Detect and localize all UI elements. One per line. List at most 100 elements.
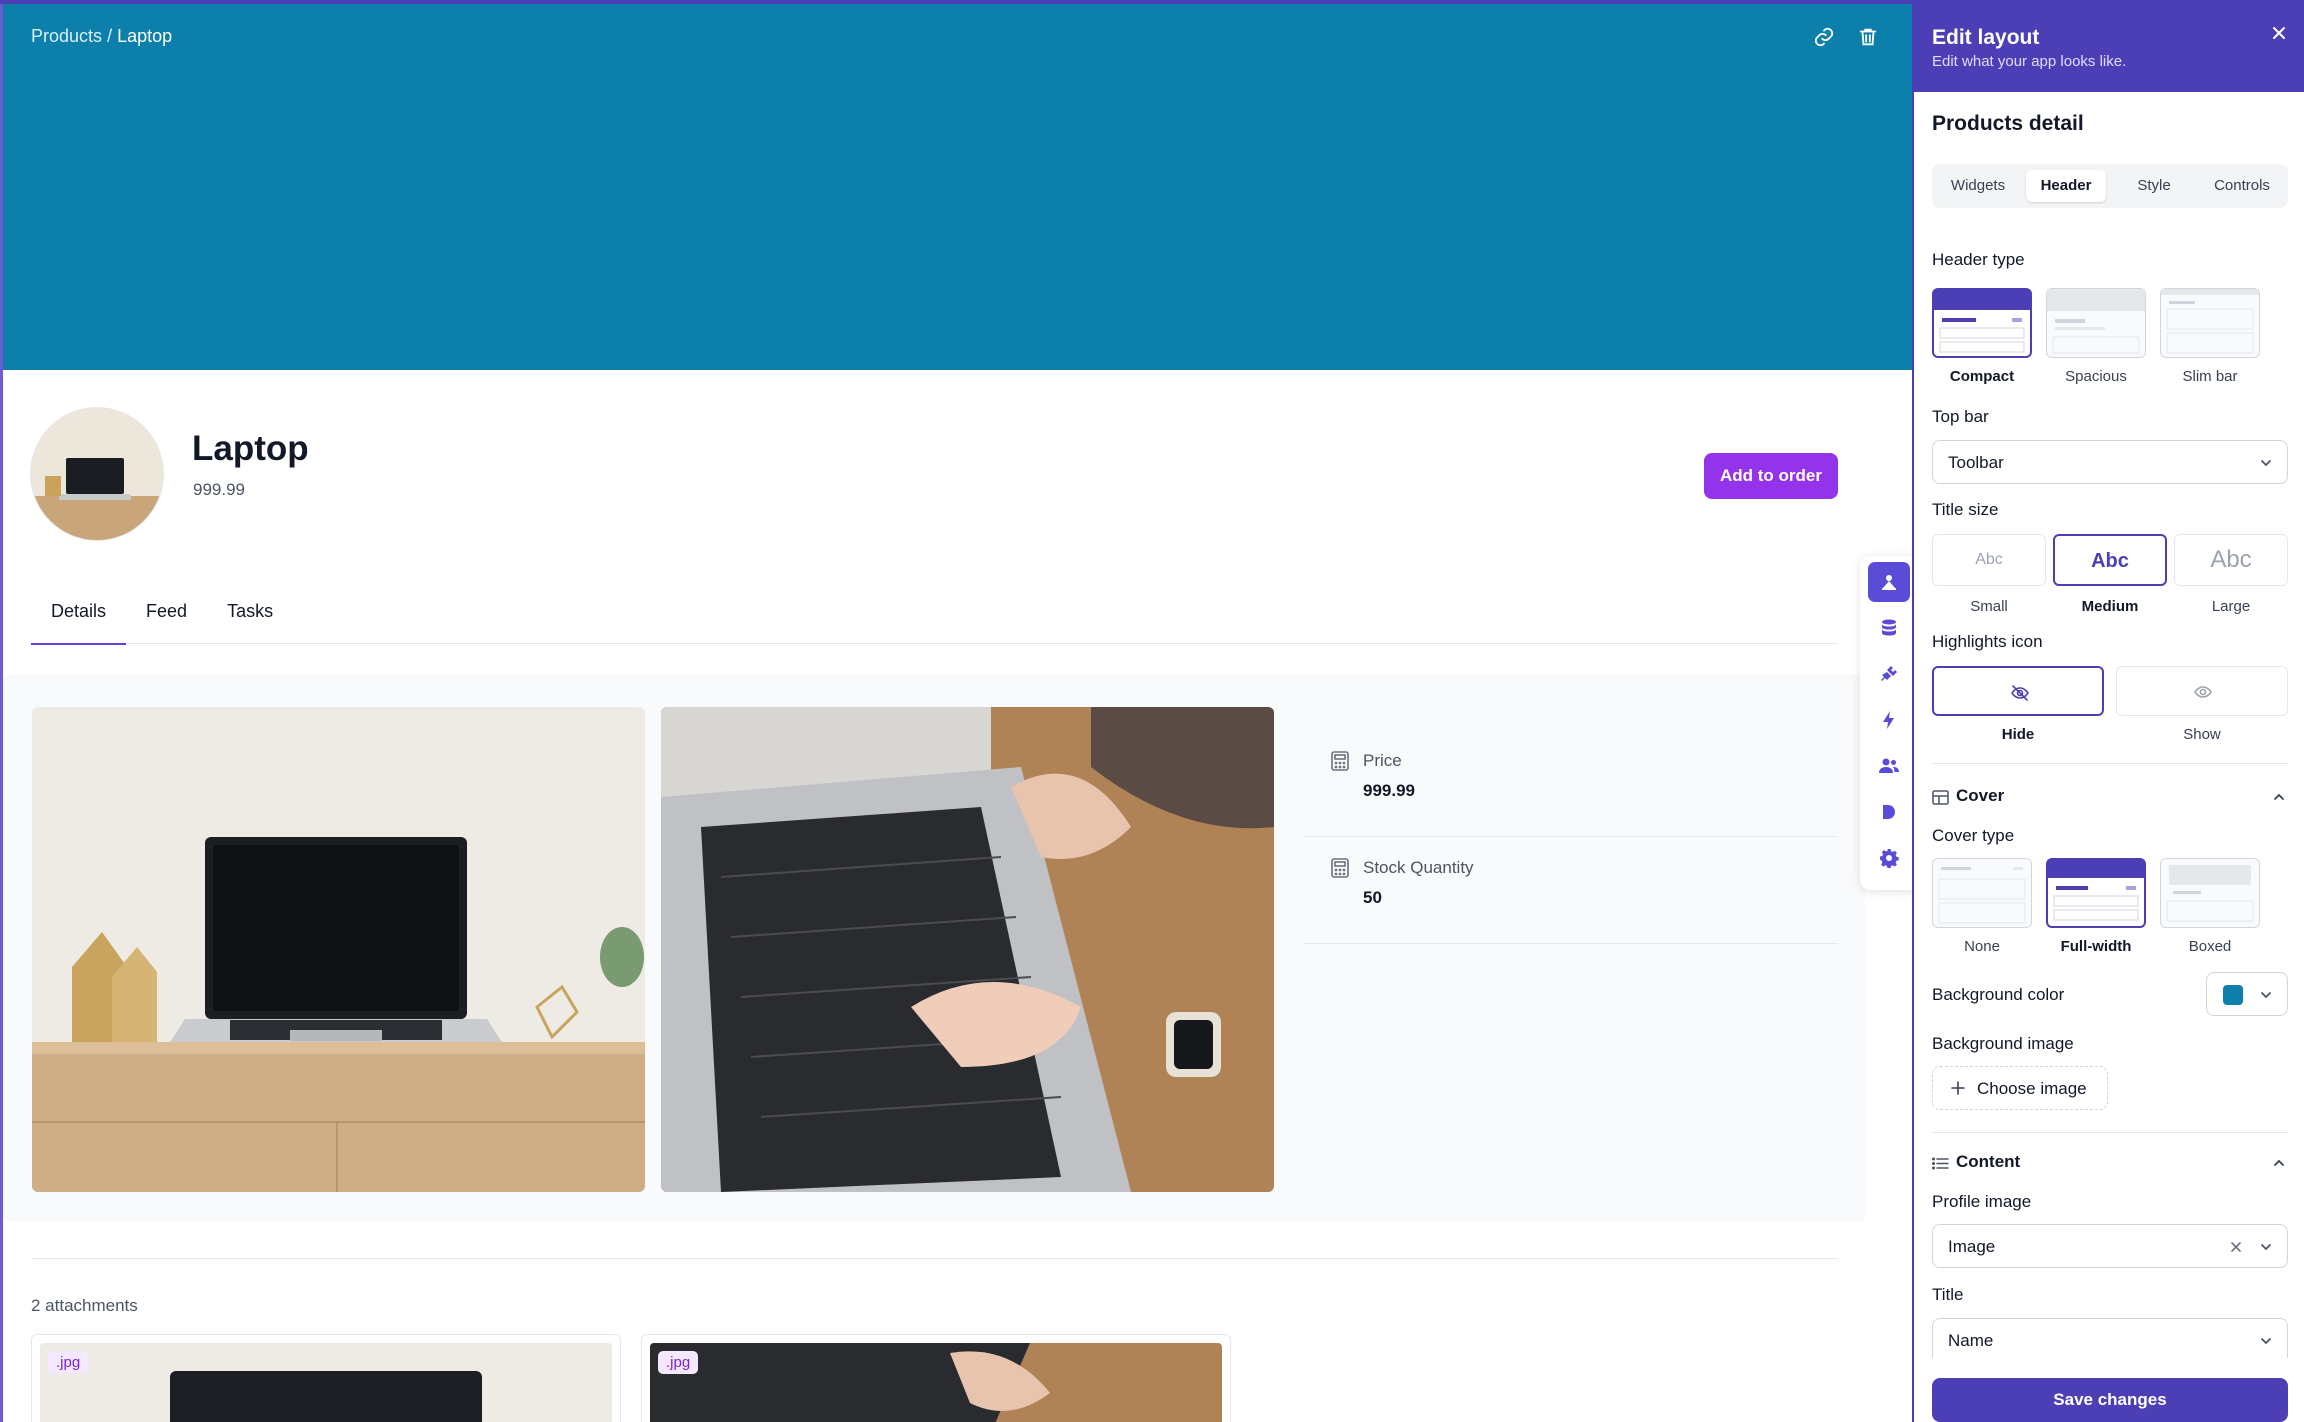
tab-feed[interactable]: Feed [126, 592, 207, 644]
highlights-section: Price 999.99 Stock Quantity 50 [3, 675, 1865, 1221]
users-tool-button[interactable] [1868, 746, 1910, 786]
color-swatch [2223, 985, 2243, 1005]
tab-controls[interactable]: Controls [2202, 170, 2282, 202]
panel-subtitle: Edit what your app looks like. [1932, 53, 2127, 70]
breadcrumb-current: Laptop [117, 26, 173, 46]
highlights-show-caption: Show [2183, 726, 2221, 743]
title-size-large-caption: Large [2211, 598, 2251, 615]
bolt-icon [1883, 711, 1894, 729]
close-icon[interactable] [2270, 24, 2288, 42]
breadcrumb-parent[interactable]: Products [31, 26, 102, 46]
gear-icon [1880, 849, 1899, 868]
title-size-medium-option[interactable]: Abc [2053, 534, 2167, 586]
top-bar-value: Toolbar [1948, 453, 2004, 472]
title-field-select[interactable]: Name [1932, 1318, 2288, 1358]
panel-tabs: Widgets Header Style Controls [1932, 164, 2288, 208]
chevron-down-icon [2261, 1244, 2271, 1251]
profile-image-select[interactable]: Image [1932, 1224, 2288, 1268]
file-type-badge: .jpg [658, 1351, 699, 1374]
tab-widgets[interactable]: Widgets [1938, 170, 2018, 202]
background-image-label: Background image [1932, 1034, 2074, 1053]
cover-type-full-width-caption: Full-width [2060, 938, 2132, 955]
breadcrumb-separator: / [107, 26, 113, 46]
top-bar-select[interactable]: Toolbar [1932, 440, 2288, 484]
clear-icon[interactable] [2229, 1240, 2243, 1254]
highlights-hide-caption: Hide [2001, 726, 2035, 743]
highlights-show-option[interactable] [2116, 666, 2288, 716]
tab-tasks[interactable]: Tasks [207, 592, 293, 644]
title-field-label: Title [1932, 1285, 1964, 1304]
chevron-down-icon [2261, 992, 2271, 999]
attachment-card[interactable]: .jpg [31, 1334, 621, 1422]
price-field: Price 999.99 [1303, 731, 1838, 837]
header-type-slim-bar-option[interactable] [2160, 288, 2260, 358]
plug-icon [1881, 666, 1897, 681]
integrations-tool-button[interactable] [1868, 654, 1910, 694]
eye-icon [2194, 686, 2212, 698]
panel-divider [1932, 1132, 2288, 1133]
tab-header[interactable]: Header [2026, 170, 2106, 202]
title-size-label: Title size [1932, 500, 1999, 519]
data-tool-button[interactable] [1868, 608, 1910, 648]
plus-icon [1951, 1081, 1965, 1095]
product-photo-typing[interactable] [661, 707, 1274, 1192]
layout-tool-button[interactable] [1868, 562, 1910, 602]
background-color-label: Background color [1932, 985, 2065, 1004]
record-tabs: Details Feed Tasks [31, 592, 1838, 645]
header-type-compact-caption: Compact [1949, 368, 2015, 385]
record-title: Laptop [192, 429, 309, 468]
panel-section-title: Products detail [1932, 112, 2084, 135]
highlights-icon-label: Highlights icon [1932, 632, 2043, 651]
choose-image-label: Choose image [1977, 1079, 2087, 1098]
stock-quantity-value: 50 [1363, 888, 1382, 907]
content-section-title: Content [1956, 1152, 2021, 1171]
layout-icon [1882, 575, 1896, 590]
cover-type-none-option[interactable] [1932, 858, 2032, 928]
title-field-value: Name [1948, 1331, 1994, 1350]
tab-details[interactable]: Details [31, 592, 127, 645]
chevron-down-icon [2261, 1338, 2271, 1345]
file-type-badge: .jpg [48, 1351, 89, 1374]
preview-tool-button[interactable] [1868, 792, 1910, 832]
cover-icon [1932, 790, 1949, 805]
stock-quantity-field: Stock Quantity 50 [1303, 838, 1838, 944]
trash-icon[interactable] [1857, 26, 1879, 48]
cover-type-boxed-caption: Boxed [2188, 938, 2232, 955]
panel-body: Products detail Widgets Header Style Con… [1932, 92, 2288, 1422]
settings-tool-button[interactable] [1868, 838, 1910, 878]
cover-type-full-width-option[interactable] [2046, 858, 2146, 928]
section-divider [31, 1258, 1838, 1259]
header-type-compact-option[interactable] [1932, 288, 2032, 358]
header-type-spacious-option[interactable] [2046, 288, 2146, 358]
record-page: Products / Laptop Laptop 999.99 Add to o… [0, 4, 1912, 1422]
title-size-small-caption: Small [1970, 598, 2008, 615]
link-icon[interactable] [1813, 26, 1835, 48]
attachment-card[interactable]: .jpg [641, 1334, 1231, 1422]
users-icon [1879, 758, 1899, 773]
panel-header: Edit layout Edit what your app looks lik… [1914, 4, 2304, 92]
header-type-label: Header type [1932, 250, 2025, 269]
panel-title: Edit layout [1932, 26, 2040, 49]
edit-layout-panel: Edit layout Edit what your app looks lik… [1912, 4, 2304, 1422]
header-type-spacious-caption: Spacious [2065, 368, 2127, 385]
eye-off-icon [2011, 685, 2029, 701]
chevron-up-icon[interactable] [2272, 1156, 2286, 1170]
builder-toolbar [1860, 556, 1912, 890]
choose-image-button[interactable]: Choose image [1932, 1066, 2108, 1110]
add-to-order-button[interactable]: Add to order [1704, 453, 1838, 499]
title-size-small-option[interactable]: Abc [1932, 534, 2046, 586]
product-photo-desk[interactable] [32, 707, 645, 1192]
title-size-large-option[interactable]: Abc [2174, 534, 2288, 586]
automations-tool-button[interactable] [1868, 700, 1910, 740]
calculator-icon [1331, 858, 1349, 878]
chevron-up-icon[interactable] [2272, 790, 2286, 804]
tab-style[interactable]: Style [2114, 170, 2194, 202]
highlights-hide-option[interactable] [1932, 666, 2104, 716]
breadcrumb: Products / Laptop [31, 26, 172, 47]
background-color-picker[interactable] [2206, 972, 2288, 1016]
cover-type-boxed-option[interactable] [2160, 858, 2260, 928]
attachment-thumbnail [650, 1343, 1222, 1422]
save-changes-button[interactable]: Save changes [1932, 1378, 2288, 1422]
stock-quantity-label: Stock Quantity [1363, 858, 1474, 877]
cover-banner: Products / Laptop [3, 4, 1912, 370]
